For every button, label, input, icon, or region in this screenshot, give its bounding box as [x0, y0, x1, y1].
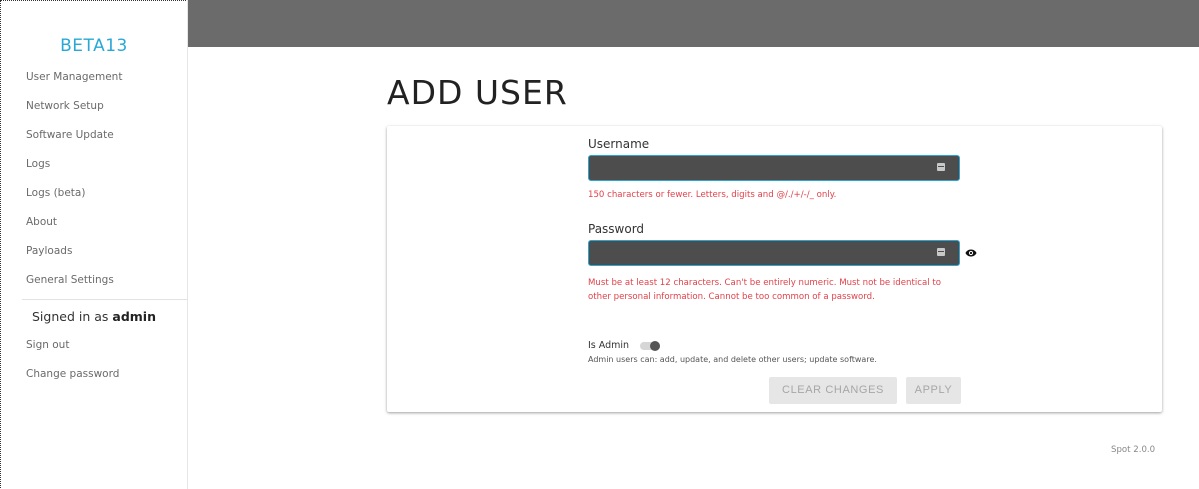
sidebar-item-general-settings[interactable]: General Settings [26, 274, 114, 286]
version-label: Spot 2.0.0 [1111, 445, 1156, 455]
sidebar-item-about[interactable]: About [26, 216, 57, 228]
top-bar [188, 0, 1199, 47]
sidebar-item-logs-beta[interactable]: Logs (beta) [26, 187, 85, 199]
clear-changes-button[interactable]: CLEAR CHANGES [769, 377, 897, 404]
password-label: Password [588, 222, 645, 236]
sidebar-item-user-management[interactable]: User Management [26, 71, 122, 83]
signed-in-username: admin [112, 309, 156, 324]
sign-out-link[interactable]: Sign out [26, 339, 69, 351]
brand-title[interactable]: BETA13 [0, 36, 188, 56]
password-help-text: Must be at least 12 characters. Can't be… [588, 278, 941, 302]
signed-in-status: Signed in as admin [0, 309, 188, 324]
is-admin-label: Is Admin [588, 340, 630, 351]
toggle-thumb [650, 341, 660, 351]
page-title: ADD USER [387, 73, 568, 112]
sidebar-item-network-setup[interactable]: Network Setup [26, 100, 104, 112]
username-label: Username [588, 137, 650, 151]
username-help-text: 150 characters or fewer. Letters, digits… [588, 190, 837, 200]
password-manager-icon[interactable] [937, 248, 945, 256]
change-password-link[interactable]: Change password [26, 368, 119, 380]
apply-button[interactable]: APPLY [906, 377, 961, 404]
password-input[interactable] [588, 240, 960, 266]
sidebar-divider [22, 299, 188, 300]
password-manager-icon[interactable] [937, 163, 945, 171]
eye-icon[interactable] [965, 247, 977, 259]
sidebar: BETA13 User Management Network Setup Sof… [0, 0, 188, 489]
sidebar-item-software-update[interactable]: Software Update [26, 129, 114, 141]
add-user-form-card: Username 150 characters or fewer. Letter… [387, 126, 1162, 412]
sidebar-item-payloads[interactable]: Payloads [26, 245, 72, 257]
sidebar-item-logs[interactable]: Logs [26, 158, 50, 170]
is-admin-help-text: Admin users can: add, update, and delete… [588, 355, 877, 364]
signed-in-prefix: Signed in as [32, 309, 109, 324]
username-input[interactable] [588, 155, 960, 181]
is-admin-toggle[interactable] [640, 341, 660, 351]
